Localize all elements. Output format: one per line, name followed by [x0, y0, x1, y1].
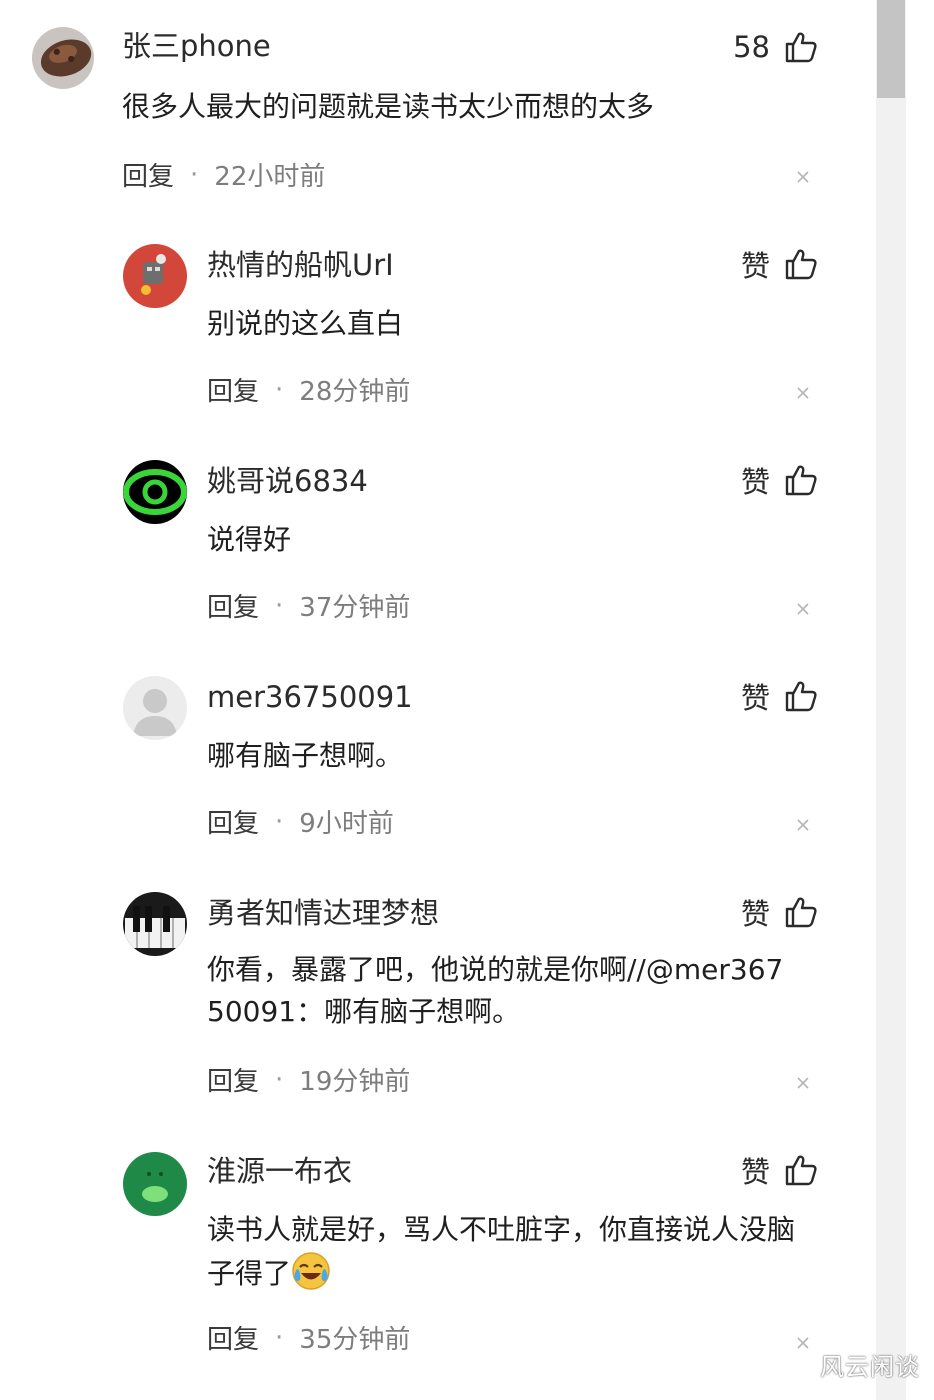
scrollbar-thumb[interactable]: [877, 0, 905, 98]
green-frog-avatar-icon: [123, 1152, 187, 1216]
timestamp: 22小时前: [214, 162, 326, 192]
like-count: 58: [733, 30, 770, 64]
user-avatar[interactable]: [32, 27, 94, 89]
comment-meta: 回复 · 37分钟前: [207, 587, 410, 624]
close-icon[interactable]: [796, 170, 810, 184]
like-button[interactable]: 58: [733, 27, 818, 67]
close-icon[interactable]: [796, 1076, 810, 1090]
like-label: 赞: [740, 465, 770, 499]
timestamp: 35分钟前: [299, 1325, 411, 1355]
dot-separator: ·: [275, 1322, 284, 1353]
thumbs-up-icon: [784, 247, 818, 281]
dot-separator: ·: [275, 806, 284, 837]
reply-item: 勇者知情达理梦想 赞 你看，暴露了吧，他说的就是你啊//@mer367 5009…: [0, 863, 870, 1121]
reply-item: 淮源一布衣 赞 读书人就是好，骂人不吐脏字，你直接说人没脑 子得了 回复 · 3…: [0, 1121, 870, 1400]
like-button[interactable]: 赞: [741, 244, 818, 284]
thumbs-up-icon: [784, 1153, 818, 1187]
red-robot-avatar-icon: [123, 244, 187, 308]
comment-meta: 回复 · 9小时前: [207, 803, 394, 840]
comment-text: 读书人就是好，骂人不吐脏字，你直接说人没脑 子得了: [207, 1209, 795, 1295]
reply-button[interactable]: 回复: [207, 1319, 259, 1356]
timestamp: 28分钟前: [299, 377, 411, 407]
reply-item: 姚哥说6834 赞 说得好 回复 · 37分钟前: [0, 431, 870, 647]
username[interactable]: 张三phone: [122, 28, 271, 64]
close-icon[interactable]: [796, 818, 810, 832]
like-button[interactable]: 赞: [741, 460, 818, 500]
reply-button[interactable]: 回复: [207, 371, 259, 408]
like-button[interactable]: 赞: [741, 676, 818, 716]
watermark: 风云闲谈: [820, 1353, 920, 1381]
brown-pastry-avatar-icon: [32, 27, 94, 89]
user-avatar[interactable]: [123, 1152, 187, 1216]
comment-text: 很多人最大的问题就是读书太少而想的太多: [122, 90, 655, 123]
comment-text: 别说的这么直白: [207, 307, 404, 340]
like-button[interactable]: 赞: [741, 1150, 818, 1190]
scrollbar-track[interactable]: [876, 0, 906, 1400]
default-grey-avatar-icon: [123, 676, 187, 740]
green-eye-avatar-icon: [123, 460, 187, 524]
comment-meta: 回复 · 22小时前: [122, 156, 325, 193]
dot-separator: ·: [275, 590, 284, 621]
dot-separator: ·: [275, 1064, 284, 1095]
like-label: 赞: [740, 897, 770, 931]
thumbs-up-icon: [784, 463, 818, 497]
thumbs-up-icon: [784, 895, 818, 929]
comment-item: 张三phone 58 很多人最大的问题就是读书太少而想的太多 回复 · 22小时…: [0, 0, 870, 215]
username[interactable]: 热情的船帆UrI: [207, 247, 394, 283]
thumbs-up-icon: [784, 30, 818, 64]
comment-meta: 回复 · 28分钟前: [207, 371, 410, 408]
user-avatar[interactable]: [123, 676, 187, 740]
reply-button[interactable]: 回复: [122, 156, 174, 193]
user-avatar[interactable]: [123, 892, 187, 956]
username[interactable]: 淮源一布衣: [207, 1153, 352, 1189]
close-icon[interactable]: [796, 1336, 810, 1350]
dot-separator: ·: [275, 374, 284, 405]
reply-item: 热情的船帆UrI 赞 别说的这么直白 回复 · 28分钟前: [0, 215, 870, 431]
dot-separator: ·: [190, 159, 199, 190]
timestamp: 9小时前: [299, 809, 394, 839]
username[interactable]: 姚哥说6834: [207, 463, 368, 499]
comment-text: 你看，暴露了吧，他说的就是你啊//@mer367 50091：哪有脑子想啊。: [207, 953, 784, 1028]
reply-item: mer36750091 赞 哪有脑子想啊。 回复 · 9小时前: [0, 647, 870, 863]
comment-list-page: 张三phone 58 很多人最大的问题就是读书太少而想的太多 回复 · 22小时…: [0, 0, 934, 1400]
comment-meta: 回复 · 35分钟前: [207, 1319, 410, 1356]
comment-meta: 回复 · 19分钟前: [207, 1061, 410, 1098]
close-icon[interactable]: [796, 602, 810, 616]
thumbs-up-icon: [784, 679, 818, 713]
piano-keys-avatar-icon: [123, 892, 187, 956]
reply-button[interactable]: 回复: [207, 1061, 259, 1098]
like-label: 赞: [740, 1155, 770, 1189]
reply-button[interactable]: 回复: [207, 803, 259, 840]
timestamp: 19分钟前: [299, 1067, 411, 1097]
username[interactable]: 勇者知情达理梦想: [207, 895, 439, 931]
user-avatar[interactable]: [123, 244, 187, 308]
close-icon[interactable]: [796, 386, 810, 400]
user-avatar[interactable]: [123, 460, 187, 524]
laugh-cry-emoji-icon: [291, 1251, 331, 1291]
like-button[interactable]: 赞: [741, 892, 818, 932]
like-label: 赞: [740, 249, 770, 283]
comment-text: 说得好: [207, 523, 292, 556]
comment-text: 哪有脑子想啊。: [207, 739, 404, 772]
username[interactable]: mer36750091: [207, 679, 413, 715]
like-label: 赞: [740, 681, 770, 715]
reply-button[interactable]: 回复: [207, 587, 259, 624]
timestamp: 37分钟前: [299, 593, 411, 623]
